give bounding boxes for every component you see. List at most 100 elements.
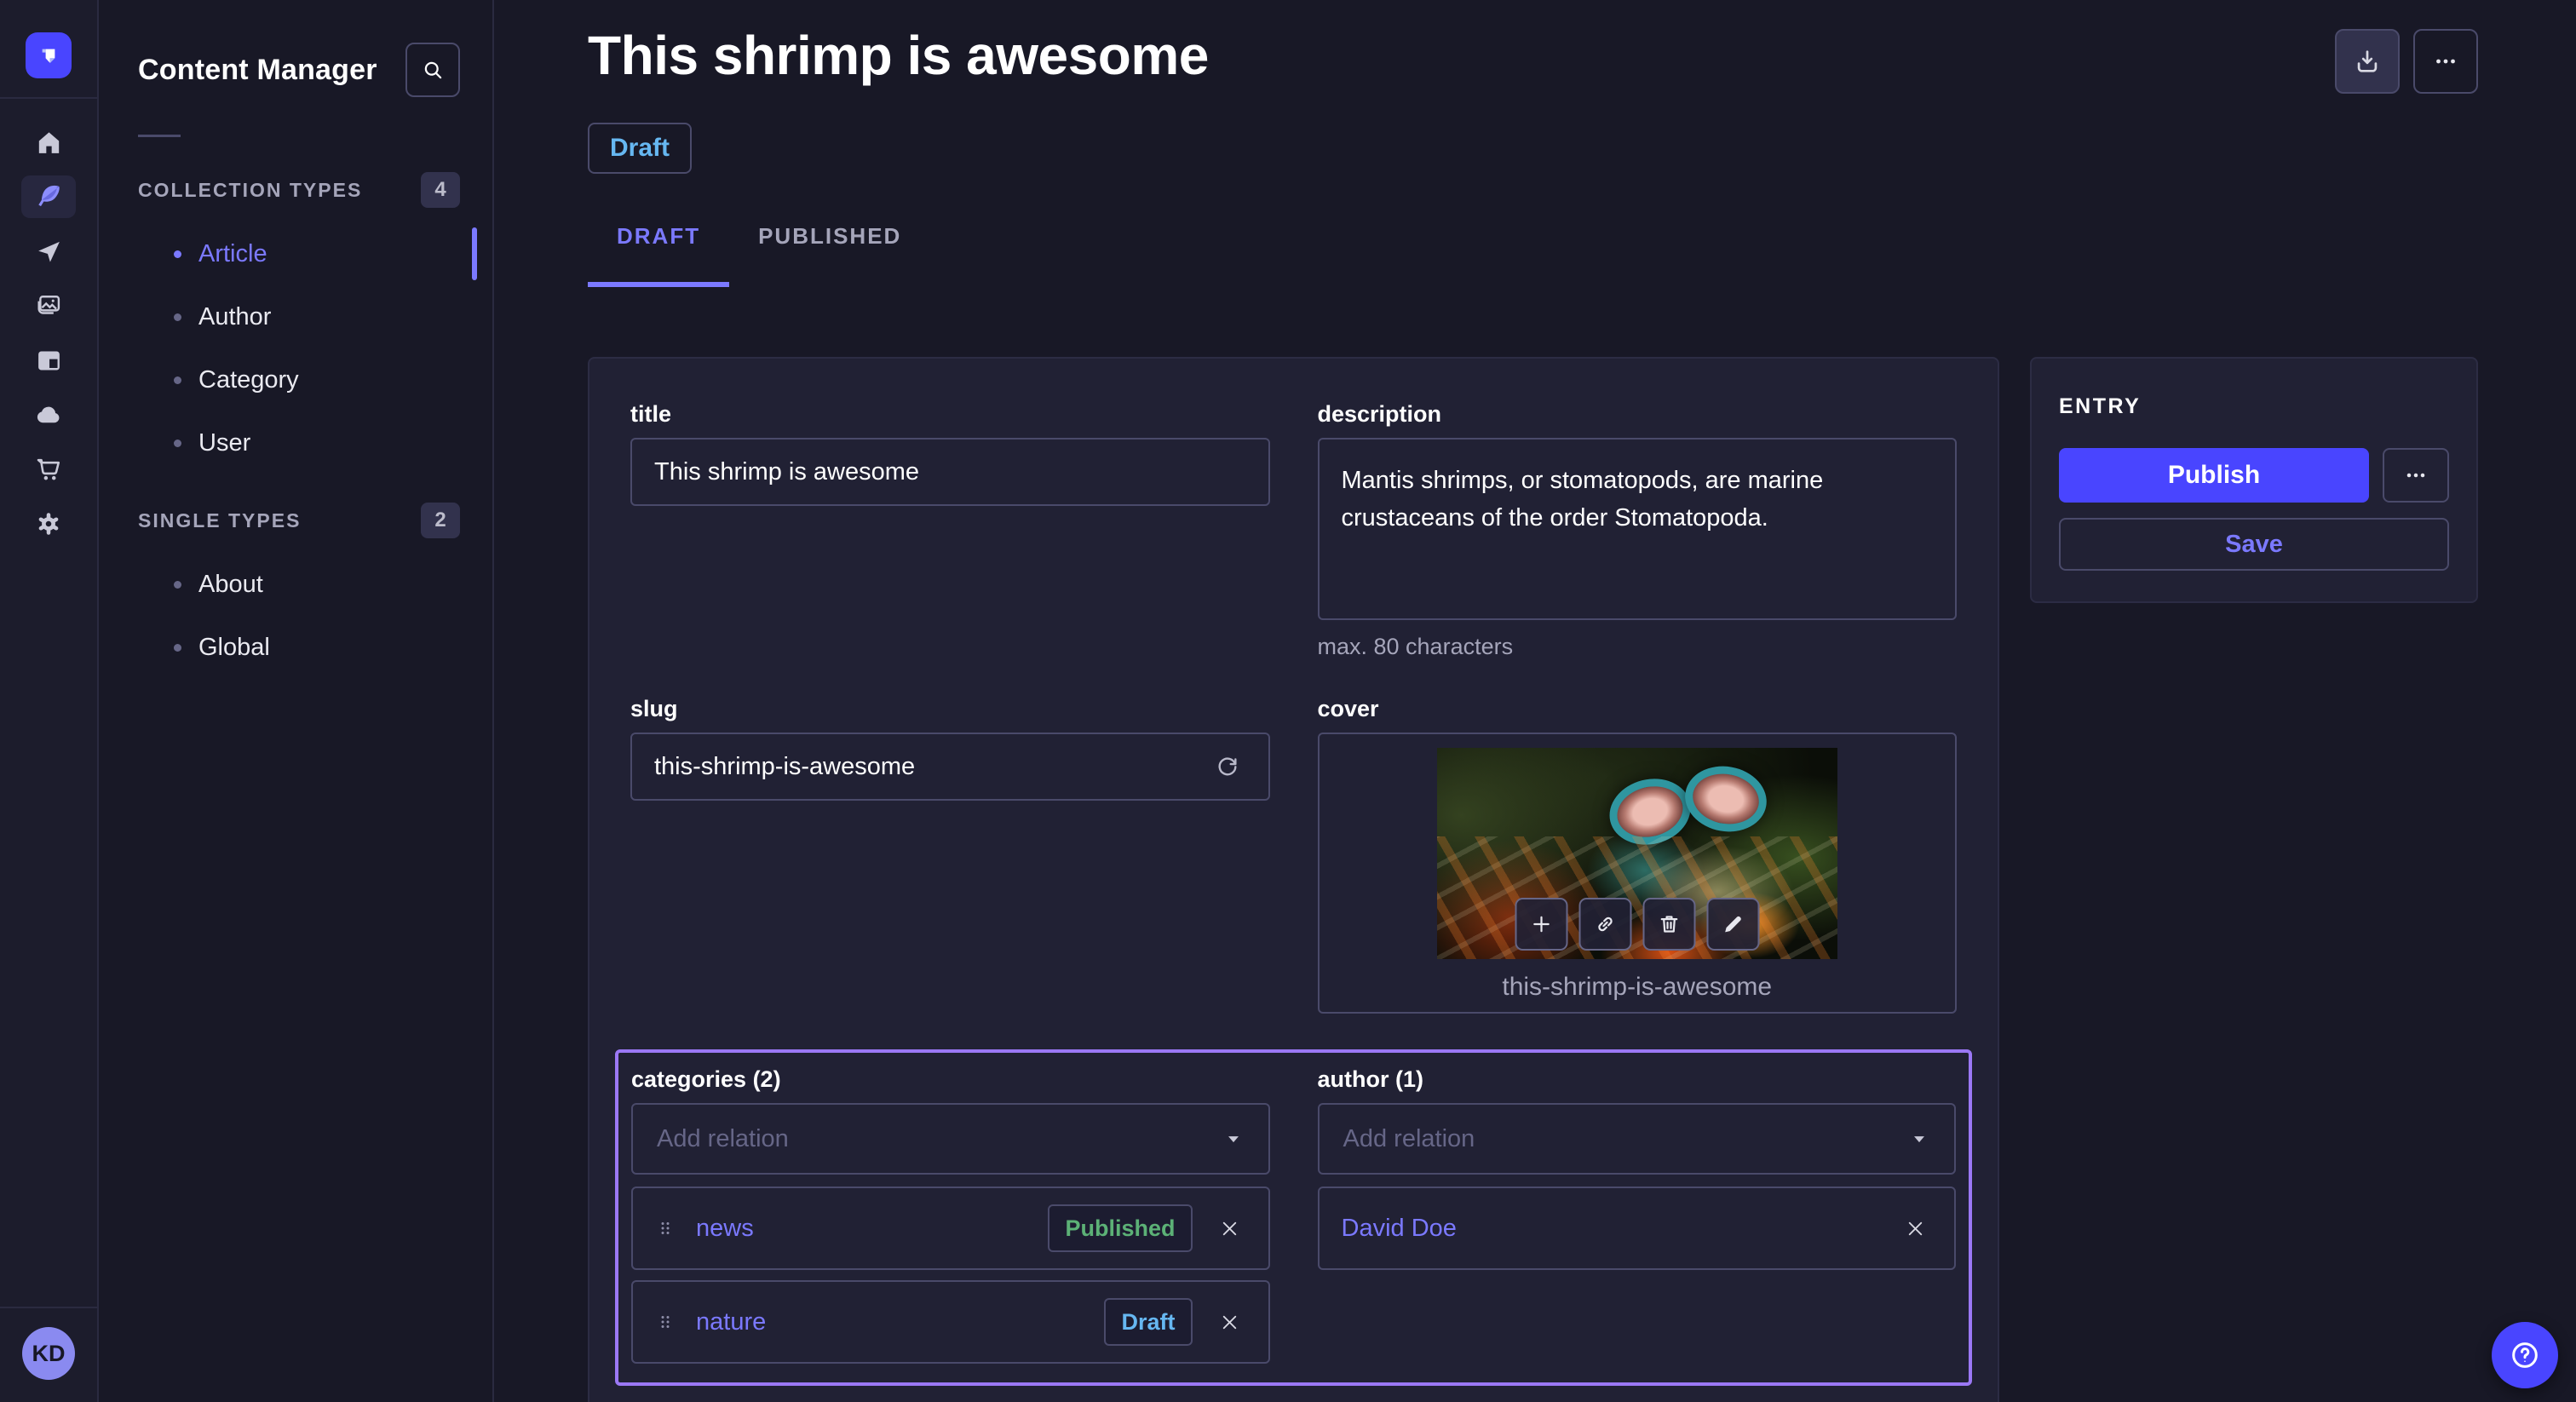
edit-asset-button[interactable] xyxy=(1706,898,1759,951)
regenerate-slug-button[interactable] xyxy=(1209,748,1246,785)
question-mark-icon xyxy=(2508,1338,2542,1372)
main-nav-rail: KD xyxy=(0,0,99,1402)
cover-caption: this-shrimp-is-awesome xyxy=(1502,973,1772,1002)
tab-draft[interactable]: DRAFT xyxy=(588,211,729,287)
home-nav[interactable] xyxy=(21,121,76,164)
bullet-icon xyxy=(174,250,181,258)
relation-link[interactable]: nature xyxy=(696,1308,766,1336)
collection-types-section: COLLECTION TYPES 4 Article Author Catego… xyxy=(99,166,492,474)
sidebar-item-label: Author xyxy=(198,303,271,331)
deploy-nav[interactable] xyxy=(21,394,76,436)
content-manager-nav[interactable] xyxy=(21,175,76,218)
slug-input[interactable]: this-shrimp-is-awesome xyxy=(630,733,1270,801)
version-tabs: DRAFT PUBLISHED xyxy=(588,211,2478,287)
bullet-icon xyxy=(174,581,181,589)
rail-footer: KD xyxy=(0,1307,97,1402)
remove-relation-button[interactable] xyxy=(1213,1306,1246,1339)
drag-handle[interactable] xyxy=(655,1218,676,1238)
feather-icon xyxy=(33,181,64,212)
strapi-logo[interactable] xyxy=(26,32,72,78)
tab-published[interactable]: PUBLISHED xyxy=(729,211,930,287)
relations-highlight-box: categories (2) Add relation xyxy=(615,1049,1972,1386)
delete-asset-button[interactable] xyxy=(1642,898,1695,951)
close-icon xyxy=(1218,1311,1241,1334)
bullet-icon xyxy=(174,644,181,652)
section-label: COLLECTION TYPES xyxy=(138,179,362,202)
relation-item-david-doe: David Doe xyxy=(1318,1187,1957,1270)
sidebar-item-category[interactable]: Category xyxy=(99,348,492,411)
entry-more-button[interactable] xyxy=(2383,448,2449,503)
relation-link[interactable]: David Doe xyxy=(1342,1215,1457,1243)
publish-button[interactable]: Publish xyxy=(2059,448,2369,503)
download-icon xyxy=(2353,47,2382,76)
author-field-label: author (1) xyxy=(1318,1066,1957,1093)
sidebar-item-global[interactable]: Global xyxy=(99,616,492,679)
copy-link-button[interactable] xyxy=(1578,898,1631,951)
slug-input-value: this-shrimp-is-awesome xyxy=(654,753,915,781)
remove-relation-button[interactable] xyxy=(1213,1212,1246,1245)
bullet-icon xyxy=(174,376,181,384)
sidebar-item-label: About xyxy=(198,571,263,599)
slug-field-label: slug xyxy=(630,696,1270,722)
drag-handle[interactable] xyxy=(655,1312,676,1332)
single-types-section: SINGLE TYPES 2 About Global xyxy=(99,497,492,679)
categories-field: categories (2) Add relation xyxy=(631,1066,1270,1364)
trash-icon xyxy=(1657,912,1681,936)
main-content: This shrimp is awesome Draft DRAFT PUBLI… xyxy=(494,0,2576,1402)
refresh-icon xyxy=(1214,753,1241,780)
relation-status-badge: Published xyxy=(1048,1204,1192,1252)
search-icon xyxy=(420,57,446,83)
author-relation-combobox[interactable]: Add relation xyxy=(1318,1103,1957,1175)
sidebar-title: Content Manager xyxy=(138,54,377,87)
chevron-down-icon xyxy=(1222,1128,1245,1150)
help-button[interactable] xyxy=(2492,1322,2558,1388)
relation-link[interactable]: news xyxy=(696,1215,754,1243)
categories-relation-combobox[interactable]: Add relation xyxy=(631,1103,1270,1175)
sidebar-item-user[interactable]: User xyxy=(99,411,492,474)
marketplace-nav[interactable] xyxy=(21,448,76,491)
description-hint: max. 80 characters xyxy=(1318,634,1958,660)
remove-relation-button[interactable] xyxy=(1899,1212,1932,1245)
section-count-badge: 2 xyxy=(421,503,460,538)
section-label: SINGLE TYPES xyxy=(138,509,301,532)
layout-icon xyxy=(35,347,63,375)
more-icon xyxy=(2402,462,2429,489)
bullet-icon xyxy=(174,313,181,321)
gear-icon xyxy=(34,509,63,538)
sidebar-item-about[interactable]: About xyxy=(99,553,492,616)
media-library-nav[interactable] xyxy=(21,284,76,327)
title-input[interactable]: This shrimp is awesome xyxy=(630,438,1270,506)
close-icon xyxy=(1904,1217,1927,1240)
shrimp-eye xyxy=(1602,771,1698,853)
sidebar-item-author[interactable]: Author xyxy=(99,285,492,348)
add-asset-button[interactable] xyxy=(1515,898,1567,951)
search-button[interactable] xyxy=(405,43,460,97)
releases-nav[interactable] xyxy=(21,230,76,273)
title-field-label: title xyxy=(630,401,1270,428)
page-title: This shrimp is awesome xyxy=(588,26,1209,85)
description-textarea[interactable]: Mantis shrimps, or stomatopods, are mari… xyxy=(1318,438,1958,620)
pencil-icon xyxy=(1721,912,1745,936)
header-more-button[interactable] xyxy=(2413,29,2478,94)
rail-nav xyxy=(21,121,76,545)
edit-form-panel: title This shrimp is awesome description… xyxy=(588,357,1999,1402)
entry-panel: ENTRY Publish Save xyxy=(2030,357,2478,603)
categories-field-label: categories (2) xyxy=(631,1066,1270,1093)
link-icon xyxy=(1593,912,1617,936)
rail-divider xyxy=(0,97,97,99)
title-input-value: This shrimp is awesome xyxy=(654,458,919,486)
content-type-builder-nav[interactable] xyxy=(21,339,76,382)
description-field: description Mantis shrimps, or stomatopo… xyxy=(1318,401,1958,660)
home-icon xyxy=(35,129,63,157)
user-avatar[interactable]: KD xyxy=(22,1327,75,1380)
cloud-icon xyxy=(34,400,63,429)
cover-toolbar xyxy=(1515,898,1759,951)
combobox-placeholder: Add relation xyxy=(1343,1125,1475,1153)
export-button[interactable] xyxy=(2335,29,2400,94)
settings-nav[interactable] xyxy=(21,503,76,545)
relation-item-news: news Published xyxy=(631,1187,1270,1270)
sidebar-item-label: Category xyxy=(198,366,299,394)
save-button[interactable]: Save xyxy=(2059,518,2449,571)
sidebar-item-article[interactable]: Article xyxy=(99,222,492,285)
sidebar-item-label: User xyxy=(198,429,250,457)
